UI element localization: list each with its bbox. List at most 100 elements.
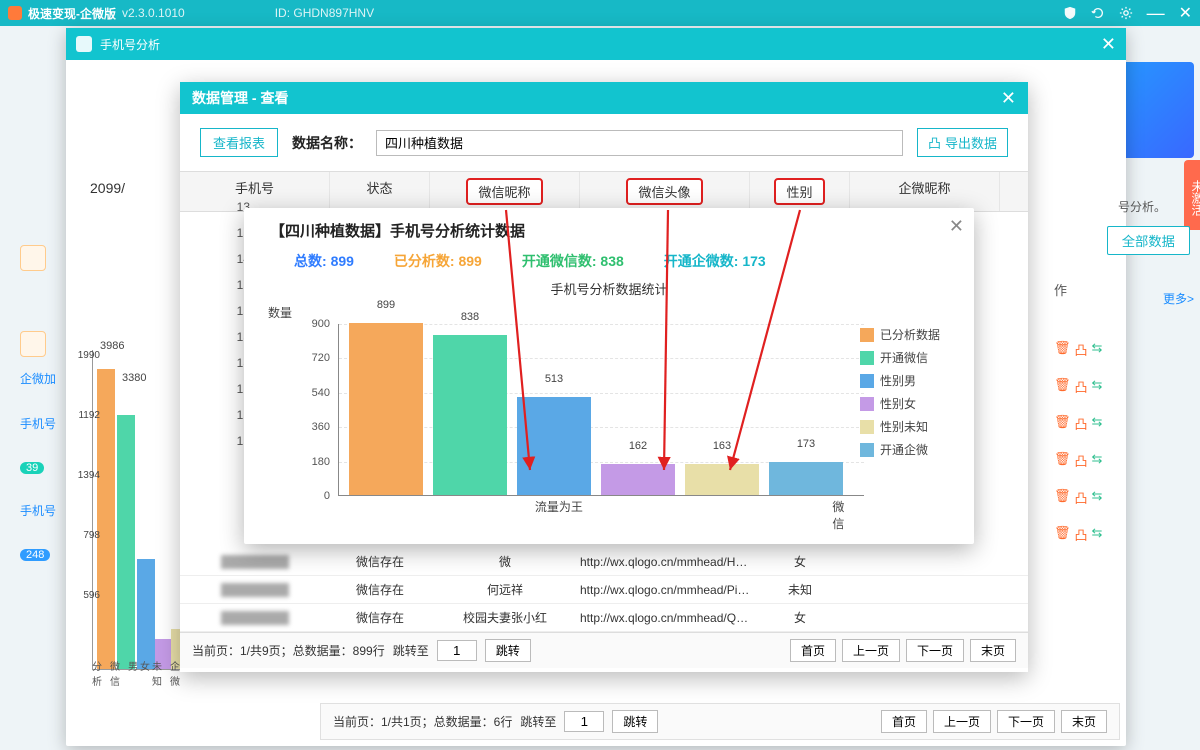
cat-phone1[interactable]: 手机号 [20,415,70,432]
sync-icon[interactable]: ⇆ [1092,340,1103,359]
bar-value: 173 [769,438,843,450]
page-info: 当前页：1/共9页；总数据量：899行 [192,642,385,659]
export-icon[interactable]: 凸 [1075,488,1088,507]
refresh-icon[interactable] [1091,6,1105,20]
data-name-input[interactable] [376,130,903,156]
sidebar-icons [20,245,65,357]
badge: 39 [20,462,44,474]
xlabel: 微信 [110,658,126,688]
bar-value: 899 [349,299,423,311]
cat-entwx[interactable]: 企微加 [20,370,70,387]
sync-icon[interactable]: ⇆ [1092,525,1103,544]
activation-ribbon: 未激活 [1184,160,1200,230]
y-tick: 180 [312,456,330,468]
chart-bar [601,464,675,495]
stats-popup: ✕ 【四川种植数据】手机号分析统计数据 总数: 899 已分析数: 899 开通… [244,208,974,544]
chart-legend: 已分析数据开通微信性别男性别女性别未知开通企微 [860,326,960,464]
row-actions: 🗑凸⇆ [1054,414,1102,433]
export-icon[interactable]: 凸 [1075,377,1088,396]
y-tick: 0 [324,490,330,502]
sidebar-icon[interactable] [20,331,46,357]
cell-status: 微信存在 [330,553,430,570]
cat-phone2[interactable]: 手机号 [20,502,70,519]
left-category-labels: 企微加 手机号 39 手机号 248 [20,370,70,589]
gear-icon[interactable] [1119,6,1133,20]
all-data-button[interactable]: 全部数据 [1107,226,1190,255]
export-icon[interactable]: 凸 [1075,525,1088,544]
ytick: 596 [70,590,100,601]
phone-analysis-titlebar: 手机号分析 ✕ [66,28,1126,60]
export-icon[interactable]: 凸 [1075,451,1088,470]
col-gender[interactable]: 性别 [750,172,850,211]
export-icon[interactable]: 凸 [1075,414,1088,433]
delete-icon[interactable]: 🗑 [1054,488,1071,507]
view-report-button[interactable]: 查看报表 [200,128,278,157]
sync-icon[interactable]: ⇆ [1092,414,1103,433]
col-phone[interactable]: 手机号 [180,172,330,211]
minimize-icon[interactable]: — [1147,3,1165,24]
next-page-button[interactable]: 下一页 [997,710,1055,733]
delete-icon[interactable]: 🗑 [1054,340,1071,359]
table-body: ████████ 微信存在 微 http://wx.qlogo.cn/mmhea… [180,548,1028,632]
chart-bar [769,462,843,495]
next-page-button[interactable]: 下一页 [906,639,964,662]
export-button[interactable]: 凸 导出数据 [917,128,1008,157]
last-page-button[interactable]: 末页 [970,639,1016,662]
data-name-label: 数据名称： [292,133,362,153]
x-category: 流量为王 [535,498,583,515]
close-icon[interactable]: ✕ [1179,3,1192,23]
prev-page-button[interactable]: 上一页 [933,710,991,733]
legend-swatch [860,374,874,388]
legend-label: 性别男 [880,372,916,389]
jump-button[interactable]: 跳转 [485,639,531,662]
delete-icon[interactable]: 🗑 [1054,414,1071,433]
cell-status: 微信存在 [330,609,430,626]
first-page-button[interactable]: 首页 [790,639,836,662]
close-icon[interactable]: ✕ [1101,34,1116,55]
col-ent-nick[interactable]: 企微昵称 [850,172,1000,211]
cell-gender: 未知 [750,581,850,598]
col-status[interactable]: 状态 [330,172,430,211]
sidebar-icon[interactable] [20,245,46,271]
y-tick: 360 [312,421,330,433]
cell-phone: ████████ [180,611,330,625]
prev-page-button[interactable]: 上一页 [842,639,900,662]
sync-icon[interactable]: ⇆ [1092,488,1103,507]
last-page-button[interactable]: 末页 [1061,710,1107,733]
legend-item: 性别男 [860,372,960,389]
first-page-button[interactable]: 首页 [881,710,927,733]
popup-subtitle: 手机号分析数据统计 [244,279,974,298]
delete-icon[interactable]: 🗑 [1054,377,1071,396]
sync-icon[interactable]: ⇆ [1092,451,1103,470]
sync-icon[interactable]: ⇆ [1092,377,1103,396]
jump-input[interactable] [564,711,604,732]
table-row[interactable]: ████████ 微信存在 何远祥 http://wx.qlogo.cn/mmh… [180,576,1028,604]
phone-analysis-title: 手机号分析 [100,36,160,53]
bar-chart: 0180360540720900 899838513162163173 流量为王… [304,324,864,514]
close-icon[interactable]: ✕ [1001,88,1016,109]
popup-stats: 总数: 899 已分析数: 899 开通微信数: 838 开通企微数: 173 [244,247,974,271]
delete-icon[interactable]: 🗑 [1054,451,1071,470]
col-wx-avatar[interactable]: 微信头像 [580,172,750,211]
legend-label: 性别女 [880,395,916,412]
delete-icon[interactable]: 🗑 [1054,525,1071,544]
table-header: 手机号 状态 微信昵称 微信头像 性别 企微昵称 [180,171,1028,212]
legend-item: 性别女 [860,395,960,412]
data-manage-title: 数据管理 - 查看 [192,88,288,108]
table-row[interactable]: ████████ 微信存在 校园夫妻张小红 http://wx.qlogo.cn… [180,604,1028,632]
export-icon[interactable]: 凸 [1075,340,1088,359]
export-label: 导出数据 [945,133,997,152]
x-category: 微信 [832,498,853,532]
chart-bar [349,323,423,495]
more-link[interactable]: 更多> [1163,290,1194,307]
legend-swatch [860,443,874,457]
table-row[interactable]: ████████ 微信存在 微 http://wx.qlogo.cn/mmhea… [180,548,1028,576]
badge: 248 [20,549,50,561]
cell-phone: ████████ [180,555,330,569]
close-icon[interactable]: ✕ [949,216,964,237]
jump-input[interactable] [437,640,477,661]
jump-button[interactable]: 跳转 [612,710,658,733]
chart-bar [433,335,507,495]
shield-icon[interactable] [1063,6,1077,20]
col-wx-nick[interactable]: 微信昵称 [430,172,580,211]
